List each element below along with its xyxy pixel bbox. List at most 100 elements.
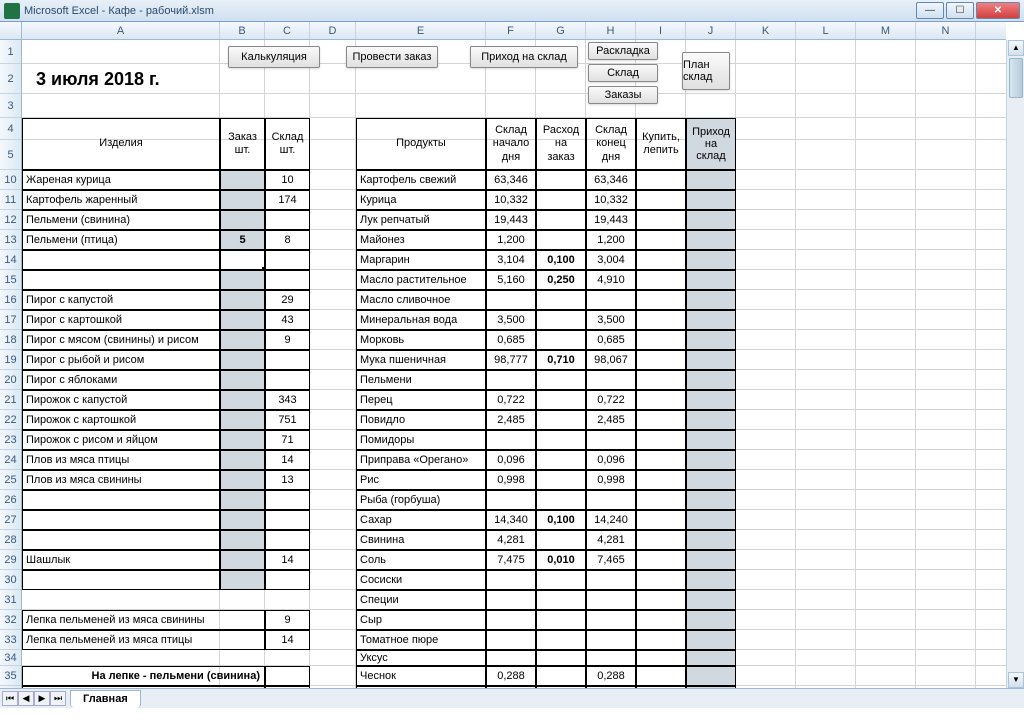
select-all-corner[interactable]	[0, 22, 22, 40]
produkt-sklad-nach[interactable]: 0,722	[486, 390, 536, 410]
izdelie-zakaz[interactable]	[220, 510, 265, 530]
izdelie-zakaz[interactable]	[220, 370, 265, 390]
produkt-sklad-nach[interactable]	[486, 570, 536, 590]
produkt-rashod[interactable]	[536, 590, 586, 610]
produkt-rashod[interactable]	[536, 290, 586, 310]
produkt-rashod[interactable]	[536, 430, 586, 450]
izdelie-zakaz[interactable]	[220, 490, 265, 510]
produkt-sklad-nach[interactable]	[486, 590, 536, 610]
tab-last[interactable]: ⏭	[50, 691, 66, 706]
scroll-down-arrow[interactable]: ▼	[1008, 672, 1024, 688]
izdelie-sklad[interactable]: 71	[265, 430, 310, 450]
produkt-sklad-kon[interactable]	[586, 490, 636, 510]
order-button[interactable]: Провести заказ	[346, 46, 438, 68]
izdelie-sklad[interactable]: 13	[265, 470, 310, 490]
calc-button[interactable]: Калькуляция	[228, 46, 320, 68]
produkt-rashod[interactable]: 0,100	[536, 250, 586, 270]
izdelie-sklad[interactable]: 751	[265, 410, 310, 430]
stock-button[interactable]: Склад	[588, 64, 658, 82]
produkt-kupit[interactable]	[636, 270, 686, 290]
izdelie-sklad[interactable]: 14	[265, 450, 310, 470]
produkt-name[interactable]: Морковь	[356, 330, 486, 350]
produkt-sklad-kon[interactable]	[586, 290, 636, 310]
produkt-rashod[interactable]	[536, 530, 586, 550]
produkt-sklad-kon[interactable]: 7,465	[586, 550, 636, 570]
izdelie-zakaz[interactable]	[220, 210, 265, 230]
produkt-sklad-kon[interactable]: 0,288	[586, 666, 636, 686]
izdelie-name[interactable]	[22, 570, 220, 590]
produkt-sklad-nach[interactable]	[486, 490, 536, 510]
produkt-name[interactable]: Лук репчатый	[356, 210, 486, 230]
izdelie-sklad[interactable]: 10	[265, 170, 310, 190]
produkt-prihod[interactable]	[686, 666, 736, 686]
produkt-sklad-kon[interactable]: 98,067	[586, 350, 636, 370]
izdelie-name[interactable]: Пирог с картошкой	[22, 310, 220, 330]
izdelie-name[interactable]	[22, 250, 220, 270]
produkt-sklad-nach[interactable]	[486, 430, 536, 450]
izdelie-name[interactable]: Пирожок с рисом и яйцом	[22, 430, 220, 450]
izdelie-zakaz[interactable]	[220, 410, 265, 430]
produkt-kupit[interactable]	[636, 230, 686, 250]
produkt-sklad-nach[interactable]: 3,500	[486, 310, 536, 330]
layout-button[interactable]: Раскладка	[588, 42, 658, 60]
produkt-prihod[interactable]	[686, 350, 736, 370]
produkt-prihod[interactable]	[686, 630, 736, 650]
produkt-kupit[interactable]	[636, 430, 686, 450]
spreadsheet-grid[interactable]: 3 июля 2018 г.КалькуляцияПровести заказП…	[22, 40, 1006, 688]
produkt-prihod[interactable]	[686, 330, 736, 350]
produkt-sklad-nach[interactable]: 2,485	[486, 410, 536, 430]
produkt-name[interactable]: Уксус	[356, 650, 486, 666]
produkt-kupit[interactable]	[636, 510, 686, 530]
scroll-thumb[interactable]	[1009, 58, 1023, 98]
izdelie-name[interactable]	[22, 510, 220, 530]
produkt-sklad-kon[interactable]	[586, 370, 636, 390]
produkt-name[interactable]: Помидоры	[356, 430, 486, 450]
produkt-prihod[interactable]	[686, 590, 736, 610]
produkt-sklad-nach[interactable]: 0,096	[486, 450, 536, 470]
izdelie-name[interactable]: Картофель жаренный	[22, 190, 220, 210]
produkt-sklad-kon[interactable]: 0,722	[586, 390, 636, 410]
produkt-rashod[interactable]: 0,710	[536, 350, 586, 370]
tab-next[interactable]: ▶	[34, 691, 50, 706]
produkt-rashod[interactable]	[536, 370, 586, 390]
produkt-name[interactable]: Чеснок	[356, 666, 486, 686]
produkt-sklad-kon[interactable]: 19,443	[586, 210, 636, 230]
produkt-prihod[interactable]	[686, 410, 736, 430]
produkt-rashod[interactable]	[536, 170, 586, 190]
produkt-kupit[interactable]	[636, 570, 686, 590]
produkt-kupit[interactable]	[636, 390, 686, 410]
produkt-kupit[interactable]	[636, 350, 686, 370]
produkt-kupit[interactable]	[636, 650, 686, 666]
lepka-sklad[interactable]: 14	[265, 630, 310, 650]
produkt-sklad-nach[interactable]: 4,281	[486, 530, 536, 550]
produkt-name[interactable]: Маргарин	[356, 250, 486, 270]
produkt-kupit[interactable]	[636, 630, 686, 650]
izdelie-sklad[interactable]: 8	[265, 230, 310, 250]
izdelie-sklad[interactable]	[265, 270, 310, 290]
izdelie-sklad[interactable]	[265, 530, 310, 550]
produkt-rashod[interactable]	[536, 410, 586, 430]
izdelie-name[interactable]: Плов из мяса свинины	[22, 470, 220, 490]
produkt-prihod[interactable]	[686, 550, 736, 570]
izdelie-sklad[interactable]: 9	[265, 330, 310, 350]
produkt-rashod[interactable]	[536, 610, 586, 630]
izdelie-name[interactable]: Пирожок с капустой	[22, 390, 220, 410]
produkt-prihod[interactable]	[686, 250, 736, 270]
produkt-kupit[interactable]	[636, 190, 686, 210]
produkt-rashod[interactable]	[536, 230, 586, 250]
produkt-prihod[interactable]	[686, 570, 736, 590]
izdelie-name[interactable]: Пирожок с картошкой	[22, 410, 220, 430]
produkt-prihod[interactable]	[686, 390, 736, 410]
izdelie-sklad[interactable]	[265, 490, 310, 510]
izdelie-name[interactable]: Плов из мяса птицы	[22, 450, 220, 470]
produkt-prihod[interactable]	[686, 610, 736, 630]
produkt-kupit[interactable]	[636, 470, 686, 490]
produkt-rashod[interactable]	[536, 666, 586, 686]
produkt-rashod[interactable]: 0,250	[536, 270, 586, 290]
produkt-sklad-kon[interactable]: 14,240	[586, 510, 636, 530]
izdelie-sklad[interactable]: 343	[265, 390, 310, 410]
produkt-kupit[interactable]	[636, 450, 686, 470]
produkt-sklad-nach[interactable]	[486, 290, 536, 310]
produkt-sklad-kon[interactable]	[586, 570, 636, 590]
produkt-rashod[interactable]	[536, 390, 586, 410]
